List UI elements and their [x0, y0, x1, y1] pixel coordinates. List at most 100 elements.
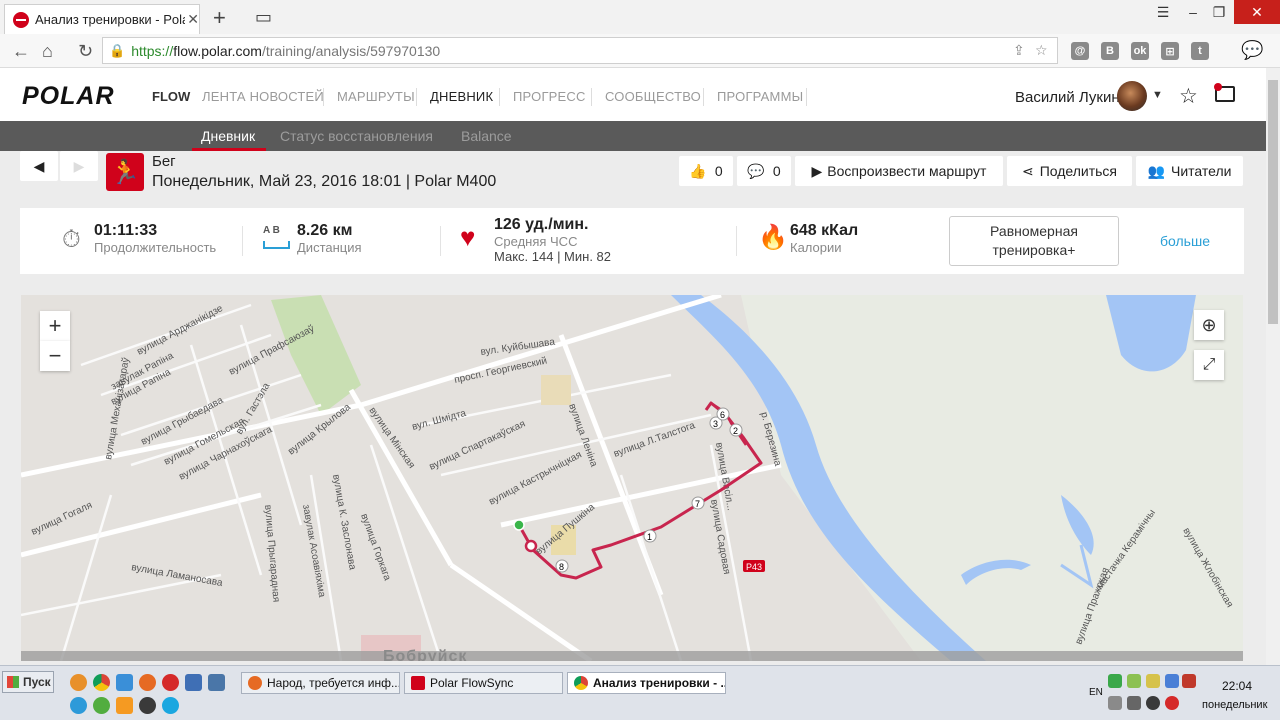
- route-end-marker[interactable]: [524, 539, 538, 553]
- tray-icon[interactable]: [1146, 696, 1160, 710]
- quicklaunch-firefox-icon[interactable]: [139, 674, 156, 691]
- minor-roads: [21, 303, 753, 661]
- subnav-balance[interactable]: Balance: [461, 128, 512, 144]
- address-bar[interactable]: 🔒 https:// flow.polar.com /training/anal…: [102, 37, 1058, 64]
- tray-icon[interactable]: [1146, 674, 1160, 688]
- tray-icon[interactable]: [1108, 696, 1122, 710]
- quicklaunch-explorer-icon[interactable]: [116, 674, 133, 691]
- close-tab-icon[interactable]: ✕: [187, 11, 199, 28]
- road-shield-label: Р43: [746, 562, 762, 572]
- like-button[interactable]: 👍 0: [679, 156, 733, 186]
- nav-routes[interactable]: МАРШРУТЫ: [337, 89, 415, 104]
- zoom-out-button[interactable]: −: [40, 341, 70, 371]
- back-icon[interactable]: ←: [12, 41, 30, 61]
- quicklaunch-ie-icon[interactable]: [70, 697, 87, 714]
- polar-header: POLAR FLOW ЛЕНТА НОВОСТЕЙ МАРШРУТЫ ДНЕВН…: [0, 68, 1266, 121]
- subnav-recovery-status[interactable]: Статус восстановления: [280, 128, 433, 144]
- nav-progress[interactable]: ПРОГРЕСС: [513, 89, 586, 104]
- chrome-icon: [574, 676, 588, 690]
- clock-time[interactable]: 22:04: [1222, 679, 1252, 693]
- replay-route-button[interactable]: ▶ Воспроизвести маршрут: [795, 156, 1003, 186]
- nav-diary[interactable]: ДНЕВНИК: [430, 89, 493, 104]
- vk-extension-icon[interactable]: B: [1101, 42, 1119, 60]
- browser-tab[interactable]: Анализ тренировки - Polar F ✕: [4, 4, 200, 34]
- nav-programs[interactable]: ПРОГРАММЫ: [717, 89, 803, 104]
- tray-icon[interactable]: [1165, 674, 1179, 688]
- lap-marker-label: 3: [713, 419, 718, 429]
- page-scrollbar-thumb[interactable]: [1268, 80, 1278, 324]
- flow-label[interactable]: FLOW: [152, 89, 190, 104]
- minimize-icon[interactable]: –: [1180, 0, 1206, 24]
- new-tab-icon[interactable]: +: [213, 7, 226, 29]
- park-area: [271, 295, 361, 415]
- stat-divider: [736, 226, 737, 256]
- quicklaunch-skype-icon[interactable]: [162, 697, 179, 714]
- share-label: Поделиться: [1039, 163, 1118, 179]
- taskbar-item-flowsync[interactable]: Polar FlowSync: [404, 672, 563, 694]
- mail-extension-icon[interactable]: @: [1071, 42, 1089, 60]
- menu-icon[interactable]: ☰: [1150, 0, 1176, 24]
- tray-icon[interactable]: [1165, 696, 1179, 710]
- training-analysis: ◀ ▶ 🏃 Бег Понедельник, Май 23, 2016 18:0…: [0, 151, 1266, 661]
- hr-min-max: Макс. 144 | Мин. 82: [494, 249, 612, 264]
- chevron-down-icon[interactable]: ▼: [1152, 89, 1163, 101]
- tray-shield-icon[interactable]: [1182, 674, 1196, 688]
- polar-logo[interactable]: POLAR: [22, 82, 115, 111]
- distance-label: Дистанция: [297, 240, 362, 255]
- nav-community[interactable]: СООБЩЕСТВО: [605, 89, 701, 104]
- street-label: вулица Гогаля: [30, 500, 94, 538]
- locate-icon[interactable]: ⊕: [1194, 310, 1224, 340]
- quicklaunch-chrome-icon[interactable]: [93, 674, 110, 691]
- route-start-marker[interactable]: [513, 519, 525, 531]
- zoom-in-button[interactable]: +: [40, 311, 70, 341]
- taskbar-item-chrome[interactable]: Анализ тренировки - ...: [567, 672, 726, 694]
- more-link[interactable]: больше: [1160, 233, 1210, 249]
- quicklaunch-avast-icon[interactable]: [70, 674, 87, 691]
- like-count: 0: [714, 163, 723, 179]
- training-type-box[interactable]: Равномерная тренировка+: [949, 216, 1119, 266]
- task-label: Анализ тренировки - ...: [593, 676, 726, 690]
- next-session-button[interactable]: ▶: [60, 151, 98, 181]
- user-name[interactable]: Василий Лукин: [1015, 89, 1120, 106]
- close-window-icon[interactable]: ✕: [1234, 0, 1280, 24]
- share-page-icon[interactable]: ⇪: [1013, 42, 1025, 59]
- star-icon[interactable]: ☆: [1179, 84, 1198, 109]
- map-canvas[interactable]: вулица Арджанікідзе вулица Рапіна завула…: [21, 295, 1243, 661]
- tray-icon[interactable]: [1127, 674, 1141, 688]
- quicklaunch-save-icon[interactable]: [185, 674, 202, 691]
- start-label: Пуск: [23, 675, 51, 689]
- subnav-diary[interactable]: Дневник: [201, 128, 255, 144]
- maximize-icon[interactable]: ❐: [1206, 0, 1232, 24]
- quicklaunch-vk-icon[interactable]: [208, 674, 225, 691]
- nav-divider: [703, 88, 704, 106]
- taskbar-item-firefox[interactable]: Народ, требуется инф...: [241, 672, 400, 694]
- quicklaunch-ok-icon[interactable]: [116, 697, 133, 714]
- ok-extension-icon[interactable]: ok: [1131, 42, 1149, 60]
- tray-icon[interactable]: [1108, 674, 1122, 688]
- lap-marker-label: 1: [647, 532, 652, 542]
- home-icon[interactable]: ⌂: [42, 41, 53, 61]
- start-button[interactable]: Пуск: [2, 671, 54, 693]
- bookmark-star-icon[interactable]: ☆: [1035, 42, 1048, 59]
- comment-button[interactable]: 💬 0: [737, 156, 791, 186]
- quicklaunch-globe-icon[interactable]: [93, 697, 110, 714]
- twitter-extension-icon[interactable]: t: [1191, 42, 1209, 60]
- prev-session-button[interactable]: ◀: [20, 151, 58, 181]
- share-icon: ⋖: [1021, 162, 1034, 179]
- share-button[interactable]: ⋖ Поделиться: [1007, 156, 1132, 186]
- tray-icon[interactable]: [1127, 696, 1141, 710]
- street-label: вулица Л.Талстога: [612, 420, 697, 460]
- fullscreen-icon[interactable]: ⤢: [1194, 350, 1224, 380]
- quicklaunch-opera-icon[interactable]: [162, 674, 179, 691]
- language-indicator[interactable]: EN: [1089, 687, 1103, 698]
- route-map[interactable]: вулица Арджанікідзе вулица Рапіна завула…: [21, 295, 1243, 661]
- chat-icon[interactable]: 💬: [1241, 40, 1263, 60]
- nav-news-feed[interactable]: ЛЕНТА НОВОСТЕЙ: [202, 89, 324, 104]
- reload-icon[interactable]: ↻: [78, 41, 93, 61]
- tab-list-icon[interactable]: ▭: [255, 8, 272, 26]
- quicklaunch-media-icon[interactable]: [139, 697, 156, 714]
- readers-button[interactable]: 👥 Читатели: [1136, 156, 1243, 186]
- avatar[interactable]: [1117, 81, 1147, 111]
- games-extension-icon[interactable]: ⊞: [1161, 42, 1179, 60]
- sport-name: Бег: [152, 153, 176, 170]
